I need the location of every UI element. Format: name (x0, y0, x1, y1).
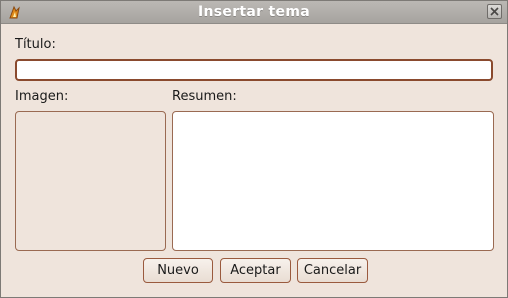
close-button[interactable] (487, 4, 502, 19)
close-icon (490, 7, 499, 16)
aceptar-button[interactable]: Aceptar (220, 258, 291, 283)
nuevo-button[interactable]: Nuevo (143, 258, 213, 283)
titulo-label: Título: (15, 37, 56, 52)
window-title: Insertar tema (198, 4, 310, 20)
title-bar[interactable]: Insertar tema (1, 1, 507, 24)
resumen-label: Resumen: (172, 89, 237, 104)
resumen-textarea[interactable] (172, 111, 494, 251)
titulo-input[interactable] (15, 59, 493, 81)
imagen-label: Imagen: (15, 89, 69, 104)
dialog-window: Insertar tema Título: Imagen: Resumen: N… (0, 0, 508, 298)
cancelar-button[interactable]: Cancelar (297, 258, 368, 283)
image-area[interactable] (15, 111, 166, 251)
